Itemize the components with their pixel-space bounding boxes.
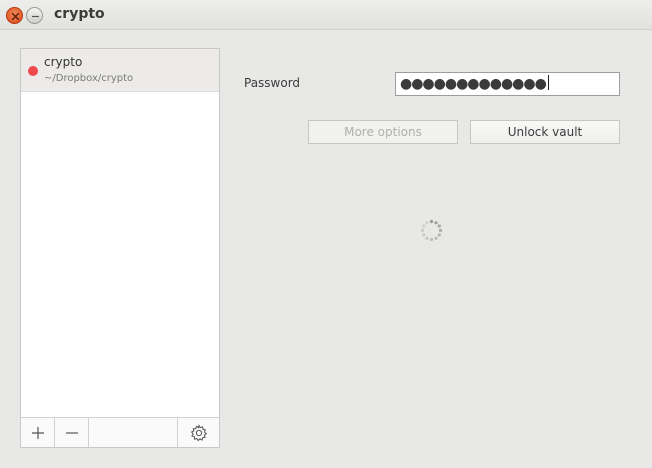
loading-spinner-icon xyxy=(420,219,443,242)
toolbar-spacer xyxy=(89,418,178,447)
vault-list-item[interactable]: crypto ~/Dropbox/crypto xyxy=(21,49,219,92)
minimize-button[interactable] xyxy=(26,7,43,24)
vault-path: ~/Dropbox/crypto xyxy=(44,73,134,84)
remove-vault-button[interactable] xyxy=(55,418,89,447)
unlock-vault-button[interactable]: Unlock vault xyxy=(470,120,620,144)
more-options-button[interactable]: More options xyxy=(308,120,458,144)
minus-icon xyxy=(65,431,78,434)
add-vault-button[interactable] xyxy=(21,418,55,447)
text-caret xyxy=(547,75,549,90)
close-icon xyxy=(11,12,20,21)
settings-button[interactable] xyxy=(178,418,219,447)
title-bar: crypto xyxy=(0,0,652,30)
close-button[interactable] xyxy=(6,7,23,24)
vault-status-indicator xyxy=(28,66,38,76)
vault-name: crypto xyxy=(44,55,83,69)
password-field[interactable]: ●●●●●●●●●●●●● xyxy=(395,72,620,96)
vault-list-panel: crypto ~/Dropbox/crypto xyxy=(20,48,220,448)
minimize-icon xyxy=(32,15,39,18)
vault-list-toolbar xyxy=(21,417,219,447)
window-title: crypto xyxy=(54,6,105,22)
password-masked-value: ●●●●●●●●●●●●● xyxy=(400,76,547,92)
plus-icon xyxy=(31,426,44,439)
gear-icon xyxy=(190,423,207,441)
password-label: Password xyxy=(244,76,301,90)
